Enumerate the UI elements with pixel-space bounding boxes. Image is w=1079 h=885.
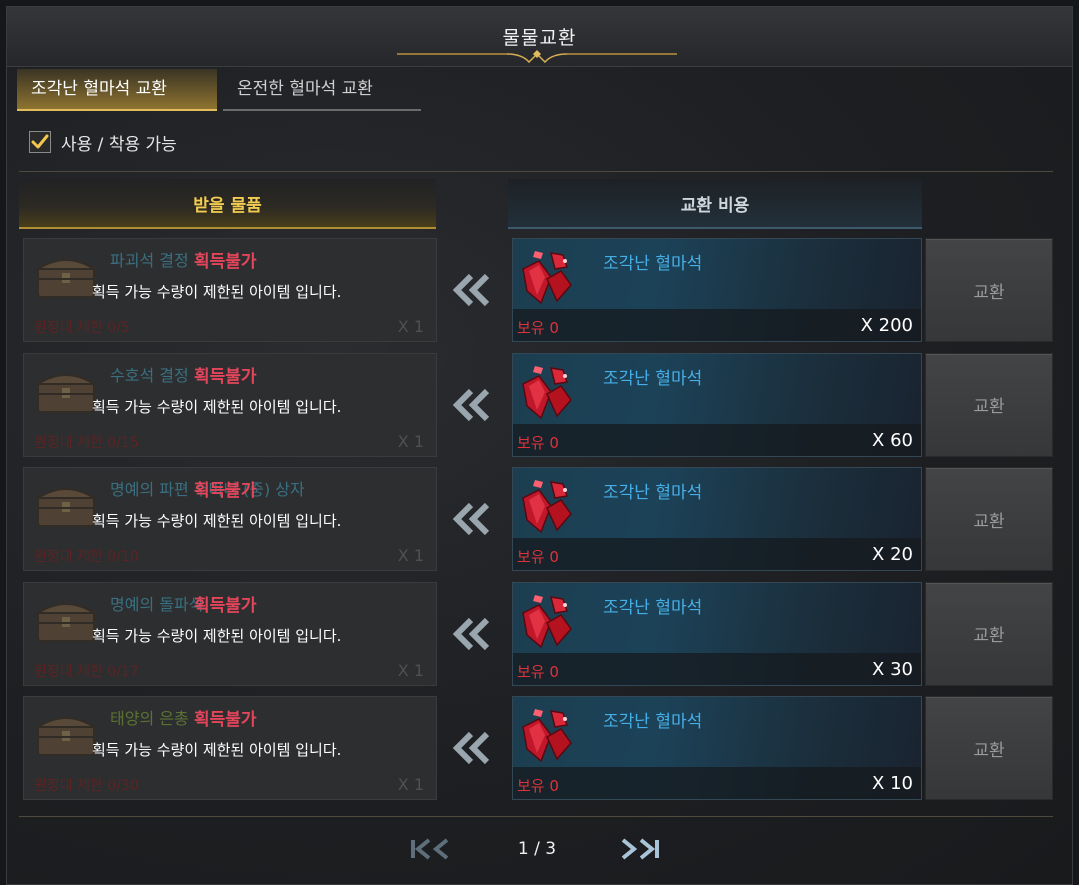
tab-shattered-bloodstone[interactable]: 조각난 혈마석 교환 [17, 69, 217, 111]
limit-notice: 획득 가능 수량이 제한된 아이템 입니다. [92, 741, 342, 760]
cost-item-name: 조각난 혈마석 [603, 368, 703, 389]
bloodstone-icon [522, 480, 572, 534]
reward-item-name: 명예의 돌파석 [110, 594, 204, 614]
reward-quantity: X 1 [397, 546, 424, 566]
chest-icon [34, 602, 98, 642]
owned-count: 보유 0 [517, 319, 559, 337]
limit-notice: 획득 가능 수량이 제한된 아이템 입니다. [92, 397, 342, 416]
title-bar: 물물교환 [7, 7, 1072, 67]
cost-footer [513, 538, 921, 571]
reward-item[interactable]: 명예의 파편 주머니 (중) 상자 획득불가 획득 가능 수량이 제한된 아이템… [23, 467, 437, 572]
exchange-button[interactable]: 교환 [925, 696, 1053, 801]
double-arrow-left-icon [452, 617, 490, 650]
reward-item-name: 파괴석 결정 [110, 251, 189, 270]
cost-header: 교환 비용 [508, 179, 922, 229]
expedition-limit: 원정대 제한 0/30 [34, 778, 139, 795]
limit-notice: 획득 가능 수량이 제한된 아이템 입니다. [92, 626, 342, 645]
cost-item-name: 조각난 혈마석 [603, 483, 703, 504]
cost-quantity: X 60 [872, 429, 913, 451]
unavailable-label: 획득불가 [194, 252, 257, 272]
owned-count: 보유 0 [517, 662, 559, 681]
page-indicator: 1 / 3 [517, 839, 557, 859]
exchange-row: 파괴석 결정 획득불가 획득 가능 수량이 제한된 아이템 입니다. 원정대 제… [7, 238, 1074, 344]
cost-item-name: 조각난 혈마석 [603, 712, 703, 733]
bloodstone-icon [522, 251, 572, 305]
cost-footer [513, 423, 921, 456]
usable-filter-label: 사용 / 착용 가능 [61, 134, 177, 155]
usable-filter[interactable]: 사용 / 착용 가능 [29, 129, 177, 155]
limit-notice: 획득 가능 수량이 제한된 아이템 입니다. [92, 283, 342, 301]
first-page-icon[interactable] [407, 837, 455, 861]
unavailable-label: 획득불가 [194, 710, 257, 731]
expedition-limit: 원정대 제한 0/10 [34, 549, 139, 566]
exchange-button[interactable]: 교환 [925, 581, 1053, 686]
cost-quantity: X 30 [872, 658, 913, 680]
reward-quantity: X 1 [397, 775, 424, 795]
reward-item[interactable]: 파괴석 결정 획득불가 획득 가능 수량이 제한된 아이템 입니다. 원정대 제… [23, 238, 437, 342]
tab-intact-bloodstone[interactable]: 온전한 혈마석 교환 [223, 69, 421, 111]
reward-quantity: X 1 [397, 660, 424, 680]
reward-item[interactable]: 명예의 돌파석 획득불가 획득 가능 수량이 제한된 아이템 입니다. 원정대 … [23, 581, 437, 686]
double-arrow-left-icon [452, 388, 490, 421]
divider [19, 816, 1053, 817]
unavailable-label: 획득불가 [194, 481, 257, 502]
cost-item-name: 조각난 혈마석 [603, 597, 703, 618]
double-arrow-left-icon [452, 273, 490, 307]
double-arrow-left-icon [452, 732, 490, 765]
cost-footer [513, 767, 921, 800]
chest-icon [34, 488, 98, 528]
reward-item[interactable]: 수호석 결정 획득불가 획득 가능 수량이 제한된 아이템 입니다. 원정대 제… [23, 352, 437, 457]
bloodstone-icon [522, 365, 572, 419]
expedition-limit: 원정대 제한 0/17 [34, 663, 139, 680]
expedition-limit: 원정대 제한 0/15 [34, 434, 139, 451]
expedition-limit: 원정대 제한 0/5 [34, 320, 130, 336]
cost-quantity: X 10 [872, 773, 913, 795]
title-ornament [397, 50, 677, 64]
barter-window: 물물교환 조각난 혈마석 교환 온전한 혈마석 교환 사용 / 착용 가능 받을… [6, 6, 1073, 885]
owned-count: 보유 0 [517, 548, 559, 567]
unavailable-label: 획득불가 [194, 595, 257, 616]
window-title: 물물교환 [502, 27, 577, 49]
divider [19, 171, 1053, 172]
checkmark-icon [31, 134, 49, 149]
reward-item-name: 태양의 은총 [110, 709, 189, 729]
reward-quantity: X 1 [397, 317, 424, 336]
cost-footer [513, 652, 921, 685]
reward-header: 받을 물품 [19, 179, 436, 229]
usable-checkbox[interactable] [29, 131, 51, 153]
exchange-row: 수호석 결정 획득불가 획득 가능 수량이 제한된 아이템 입니다. 원정대 제… [7, 352, 1074, 459]
exchange-row: 명예의 돌파석 획득불가 획득 가능 수량이 제한된 아이템 입니다. 원정대 … [7, 581, 1074, 688]
exchange-button[interactable]: 교환 [925, 467, 1053, 572]
exchange-row: 태양의 은총 획득불가 획득 가능 수량이 제한된 아이템 입니다. 원정대 제… [7, 696, 1074, 802]
exchange-row: 명예의 파편 주머니 (중) 상자 획득불가 획득 가능 수량이 제한된 아이템… [7, 467, 1074, 573]
reward-item-name: 수호석 결정 [110, 365, 189, 385]
cost-item[interactable]: 조각난 혈마석 보유 0 X 60 [512, 352, 922, 457]
bloodstone-icon [522, 594, 572, 649]
reward-quantity: X 1 [397, 431, 424, 451]
unavailable-label: 획득불가 [194, 366, 257, 387]
exchange-button[interactable]: 교환 [925, 352, 1053, 457]
cost-quantity: X 200 [860, 315, 913, 336]
limit-notice: 획득 가능 수량이 제한된 아이템 입니다. [92, 512, 342, 531]
reward-item[interactable]: 태양의 은총 획득불가 획득 가능 수량이 제한된 아이템 입니다. 원정대 제… [23, 696, 437, 801]
double-arrow-left-icon [452, 503, 490, 536]
last-page-icon[interactable] [615, 837, 663, 861]
cost-item[interactable]: 조각난 혈마석 보유 0 X 10 [512, 696, 922, 801]
chest-icon [34, 717, 98, 757]
cost-item[interactable]: 조각난 혈마석 보유 0 X 20 [512, 467, 922, 572]
owned-count: 보유 0 [517, 433, 559, 452]
chest-icon [34, 259, 98, 298]
owned-count: 보유 0 [517, 777, 559, 796]
exchange-button[interactable]: 교환 [925, 238, 1053, 342]
cost-quantity: X 20 [872, 544, 913, 566]
cost-item[interactable]: 조각난 혈마석 보유 0 X 200 [512, 238, 922, 342]
chest-icon [34, 373, 98, 413]
cost-item-name: 조각난 혈마석 [603, 254, 703, 274]
pagination: 1 / 3 [7, 829, 1074, 869]
cost-item[interactable]: 조각난 혈마석 보유 0 X 30 [512, 581, 922, 686]
bloodstone-icon [522, 709, 572, 763]
